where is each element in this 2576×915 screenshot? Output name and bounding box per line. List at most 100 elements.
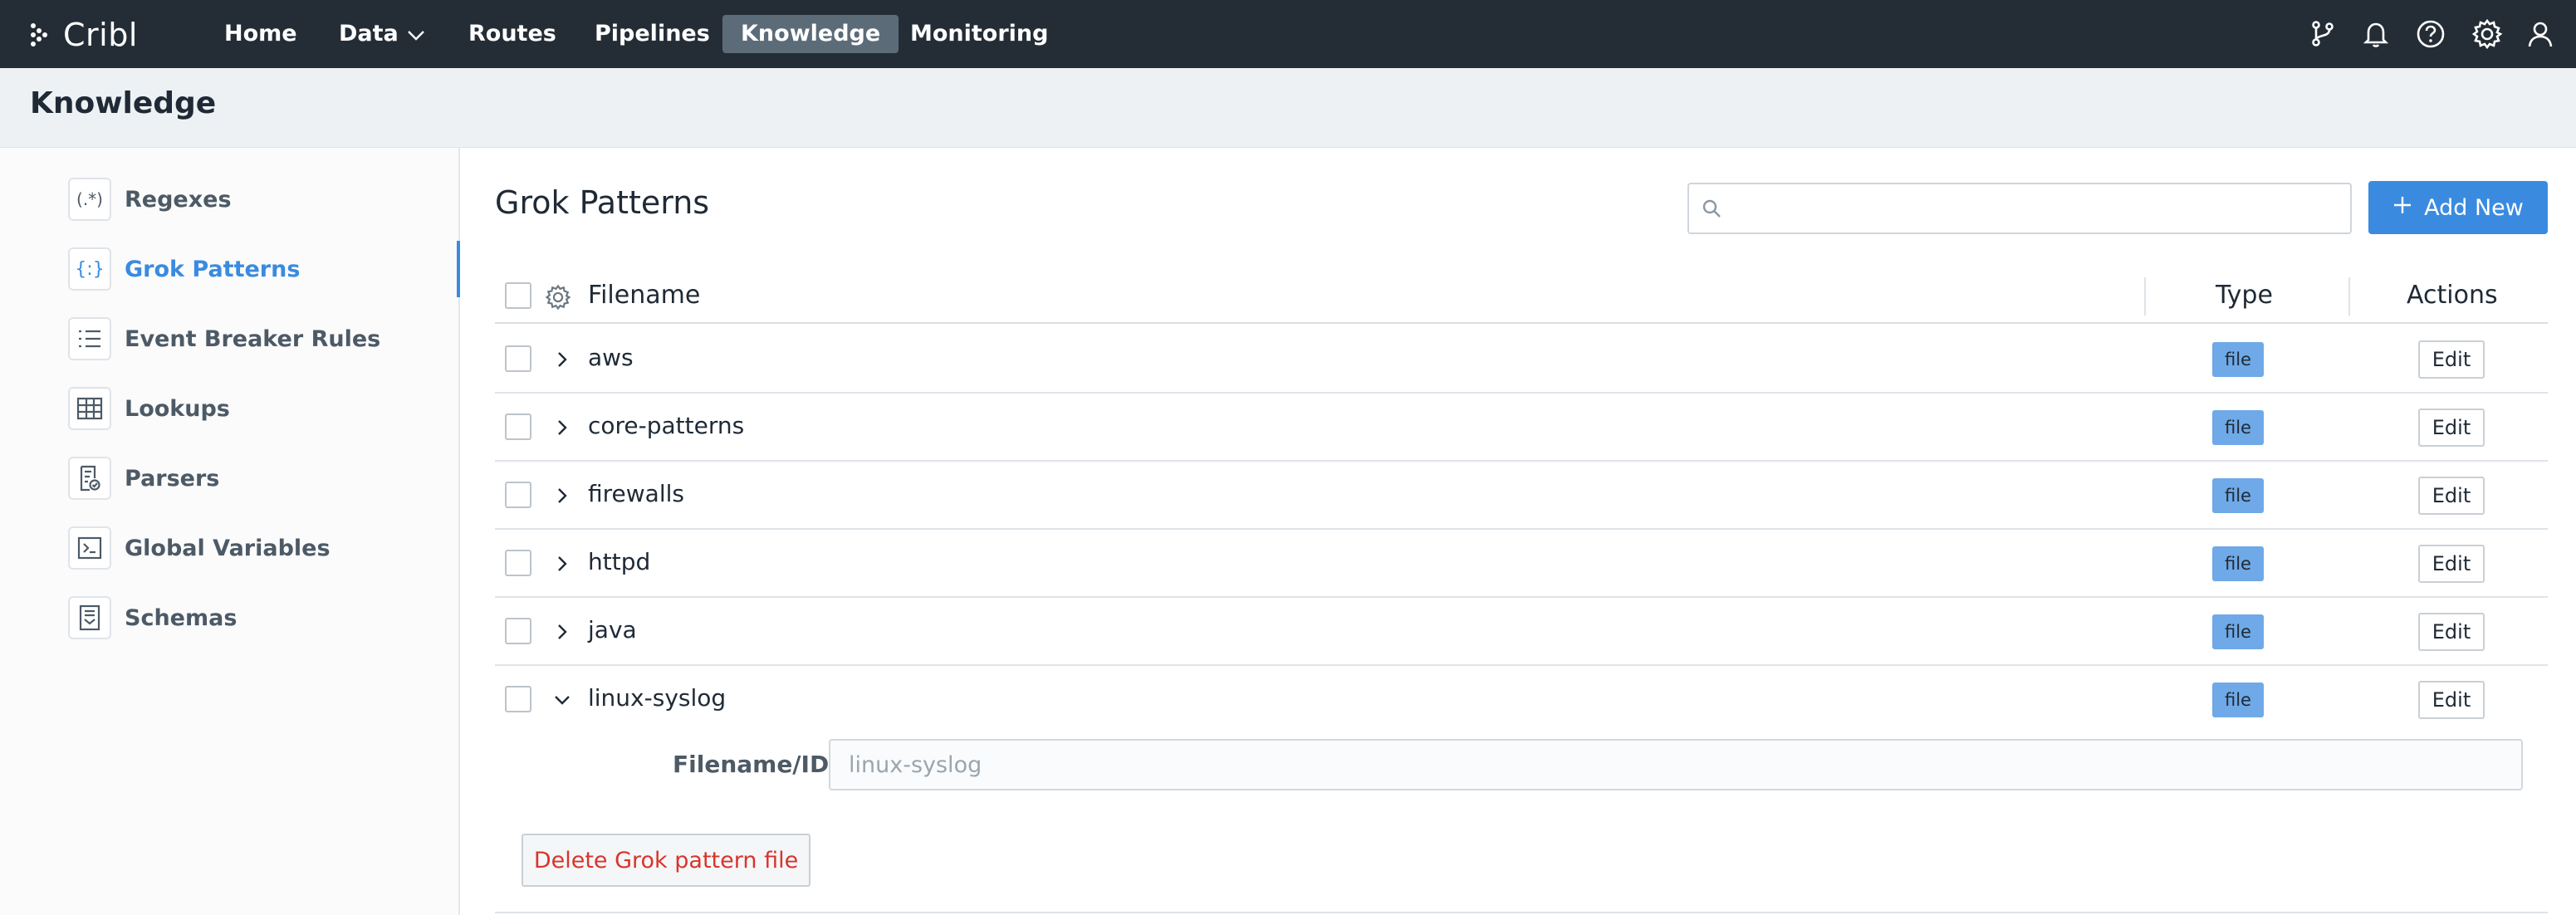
row-checkbox[interactable] [505, 413, 531, 440]
nav-monitoring[interactable]: Monitoring [892, 15, 1066, 53]
sidebar-active-indicator [457, 241, 460, 297]
sidebar-item-label: Schemas [125, 604, 238, 631]
column-header-type[interactable]: Type [2216, 281, 2273, 310]
type-badge: file [2212, 478, 2264, 513]
select-all-checkbox[interactable] [505, 282, 531, 309]
column-divider[interactable] [2144, 277, 2146, 316]
cribl-logo-icon [31, 23, 47, 46]
nav-home[interactable]: Home [206, 15, 316, 53]
row-checkbox[interactable] [505, 345, 531, 372]
table-row[interactable]: java file Edit [495, 598, 2548, 666]
nav-routes[interactable]: Routes [450, 15, 575, 53]
chevron-down-icon[interactable] [550, 687, 575, 712]
nav-home-label: Home [224, 21, 297, 46]
chevron-down-icon [407, 16, 425, 54]
row-checkbox[interactable] [505, 482, 531, 508]
row-filename: linux-syslog [588, 684, 727, 712]
sidebar-item-label: Lookups [125, 395, 230, 422]
table-row[interactable]: firewalls file Edit [495, 462, 2548, 530]
edit-button[interactable]: Edit [2418, 545, 2485, 583]
column-header-filename[interactable]: Filename [588, 281, 700, 310]
expanded-row-detail: Filename/ID* linux-syslog Delete Grok pa… [495, 736, 2548, 913]
chevron-right-icon[interactable] [550, 551, 575, 576]
sidebar-item-schemas[interactable]: Schemas [68, 596, 237, 639]
sidebar-item-label: Regexes [125, 186, 232, 213]
cribl-logo[interactable]: Cribl [28, 17, 138, 53]
chevron-right-icon[interactable] [550, 619, 575, 644]
sidebar-item-label: Event Breaker Rules [125, 325, 381, 352]
chevron-right-icon[interactable] [550, 347, 575, 372]
filename-id-field[interactable]: linux-syslog [829, 739, 2523, 790]
gear-icon[interactable] [2471, 18, 2503, 50]
delete-grok-pattern-file-button[interactable]: Delete Grok pattern file [522, 834, 811, 887]
sidebar-item-label: Parsers [125, 465, 220, 492]
column-divider[interactable] [2348, 277, 2350, 316]
sidebar-item-regexes[interactable]: (.*) Regexes [68, 178, 232, 221]
row-filename: core-patterns [588, 412, 745, 439]
add-new-label: Add New [2424, 194, 2524, 221]
terminal-icon [68, 526, 111, 570]
plus-icon [2392, 195, 2412, 221]
chevron-right-icon[interactable] [550, 415, 575, 440]
edit-button[interactable]: Edit [2418, 409, 2485, 447]
page-header: Knowledge [0, 68, 2576, 148]
column-settings-icon[interactable] [545, 284, 571, 314]
nav-pipelines[interactable]: Pipelines [576, 15, 728, 53]
table-row[interactable]: linux-syslog file Edit [495, 666, 2548, 734]
row-checkbox[interactable] [505, 618, 531, 644]
row-checkbox[interactable] [505, 686, 531, 712]
schema-icon [68, 596, 111, 639]
search-icon [1701, 198, 1724, 224]
add-new-button[interactable]: Add New [2368, 181, 2548, 234]
type-badge: file [2212, 614, 2264, 649]
edit-button[interactable]: Edit [2418, 340, 2485, 379]
grok-icon: {:} [68, 247, 111, 291]
chevron-right-icon[interactable] [550, 483, 575, 508]
row-filename: java [588, 616, 637, 643]
bell-icon[interactable] [2360, 18, 2392, 50]
sidebar-item-lookups[interactable]: Lookups [68, 387, 230, 430]
row-filename: firewalls [588, 480, 684, 507]
type-badge: file [2212, 410, 2264, 445]
nav-monitoring-label: Monitoring [910, 21, 1049, 46]
top-nav: Cribl Home Data Routes Pipelines Knowled… [0, 0, 2576, 68]
column-header-actions: Actions [2407, 281, 2498, 310]
table-icon [68, 387, 111, 430]
logo-text: Cribl [63, 17, 138, 53]
nav-routes-label: Routes [468, 21, 556, 46]
nav-knowledge-label: Knowledge [741, 21, 881, 46]
sidebar-item-event-breaker-rules[interactable]: Event Breaker Rules [68, 317, 380, 360]
nav-data-label: Data [339, 21, 399, 46]
edit-button[interactable]: Edit [2418, 477, 2485, 515]
nav-knowledge[interactable]: Knowledge [722, 15, 899, 53]
table-row[interactable]: core-patterns file Edit [495, 394, 2548, 462]
type-badge: file [2212, 342, 2264, 377]
table-row[interactable]: aws file Edit [495, 325, 2548, 394]
search-input[interactable] [1687, 183, 2352, 234]
help-icon[interactable] [2415, 18, 2446, 50]
sidebar-item-grok-patterns[interactable]: {:} Grok Patterns [68, 247, 300, 291]
sidebar: (.*) Regexes {:} Grok Patterns Event Bre… [0, 148, 460, 915]
table-header: Filename Type Actions [495, 274, 2548, 324]
section-title: Grok Patterns [495, 184, 710, 221]
list-icon [68, 317, 111, 360]
page-title: Knowledge [30, 86, 217, 120]
edit-button[interactable]: Edit [2418, 613, 2485, 651]
filename-id-label: Filename/ID* [673, 751, 841, 778]
parser-icon [68, 457, 111, 500]
regex-icon: (.*) [68, 178, 111, 221]
type-badge: file [2212, 683, 2264, 717]
type-badge: file [2212, 546, 2264, 581]
sidebar-item-global-variables[interactable]: Global Variables [68, 526, 331, 570]
git-branch-icon[interactable] [2307, 18, 2338, 50]
row-filename: httpd [588, 548, 651, 575]
sidebar-item-label: Global Variables [125, 535, 331, 561]
sidebar-item-parsers[interactable]: Parsers [68, 457, 219, 500]
row-checkbox[interactable] [505, 550, 531, 576]
nav-data[interactable]: Data [321, 15, 443, 53]
nav-pipelines-label: Pipelines [595, 21, 710, 46]
user-icon[interactable] [2525, 18, 2556, 50]
table-row[interactable]: httpd file Edit [495, 530, 2548, 598]
edit-button[interactable]: Edit [2418, 681, 2485, 719]
row-filename: aws [588, 344, 634, 371]
